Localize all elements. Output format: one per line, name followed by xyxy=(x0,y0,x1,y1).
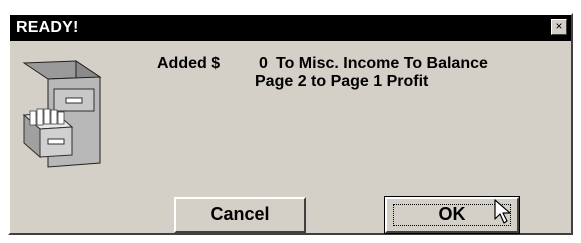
dialog-title: READY! xyxy=(16,19,79,36)
message-prefix: Added $ xyxy=(157,55,221,72)
close-icon[interactable]: × xyxy=(551,19,567,35)
cancel-button[interactable]: Cancel xyxy=(174,197,306,233)
message-line1-rest: To Misc. Income To Balance xyxy=(276,55,488,72)
file-cabinet-icon xyxy=(22,60,102,168)
mouse-pointer-icon xyxy=(494,199,511,224)
cancel-button-label: Cancel xyxy=(210,204,270,224)
ready-dialog: READY! × Added $ 0 To Misc. Income To Ba… xyxy=(8,13,573,235)
message-line2: Page 2 to Page 1 Profit xyxy=(255,73,429,90)
message-amount: 0 xyxy=(259,55,268,72)
title-bar[interactable]: READY! × xyxy=(10,15,571,41)
